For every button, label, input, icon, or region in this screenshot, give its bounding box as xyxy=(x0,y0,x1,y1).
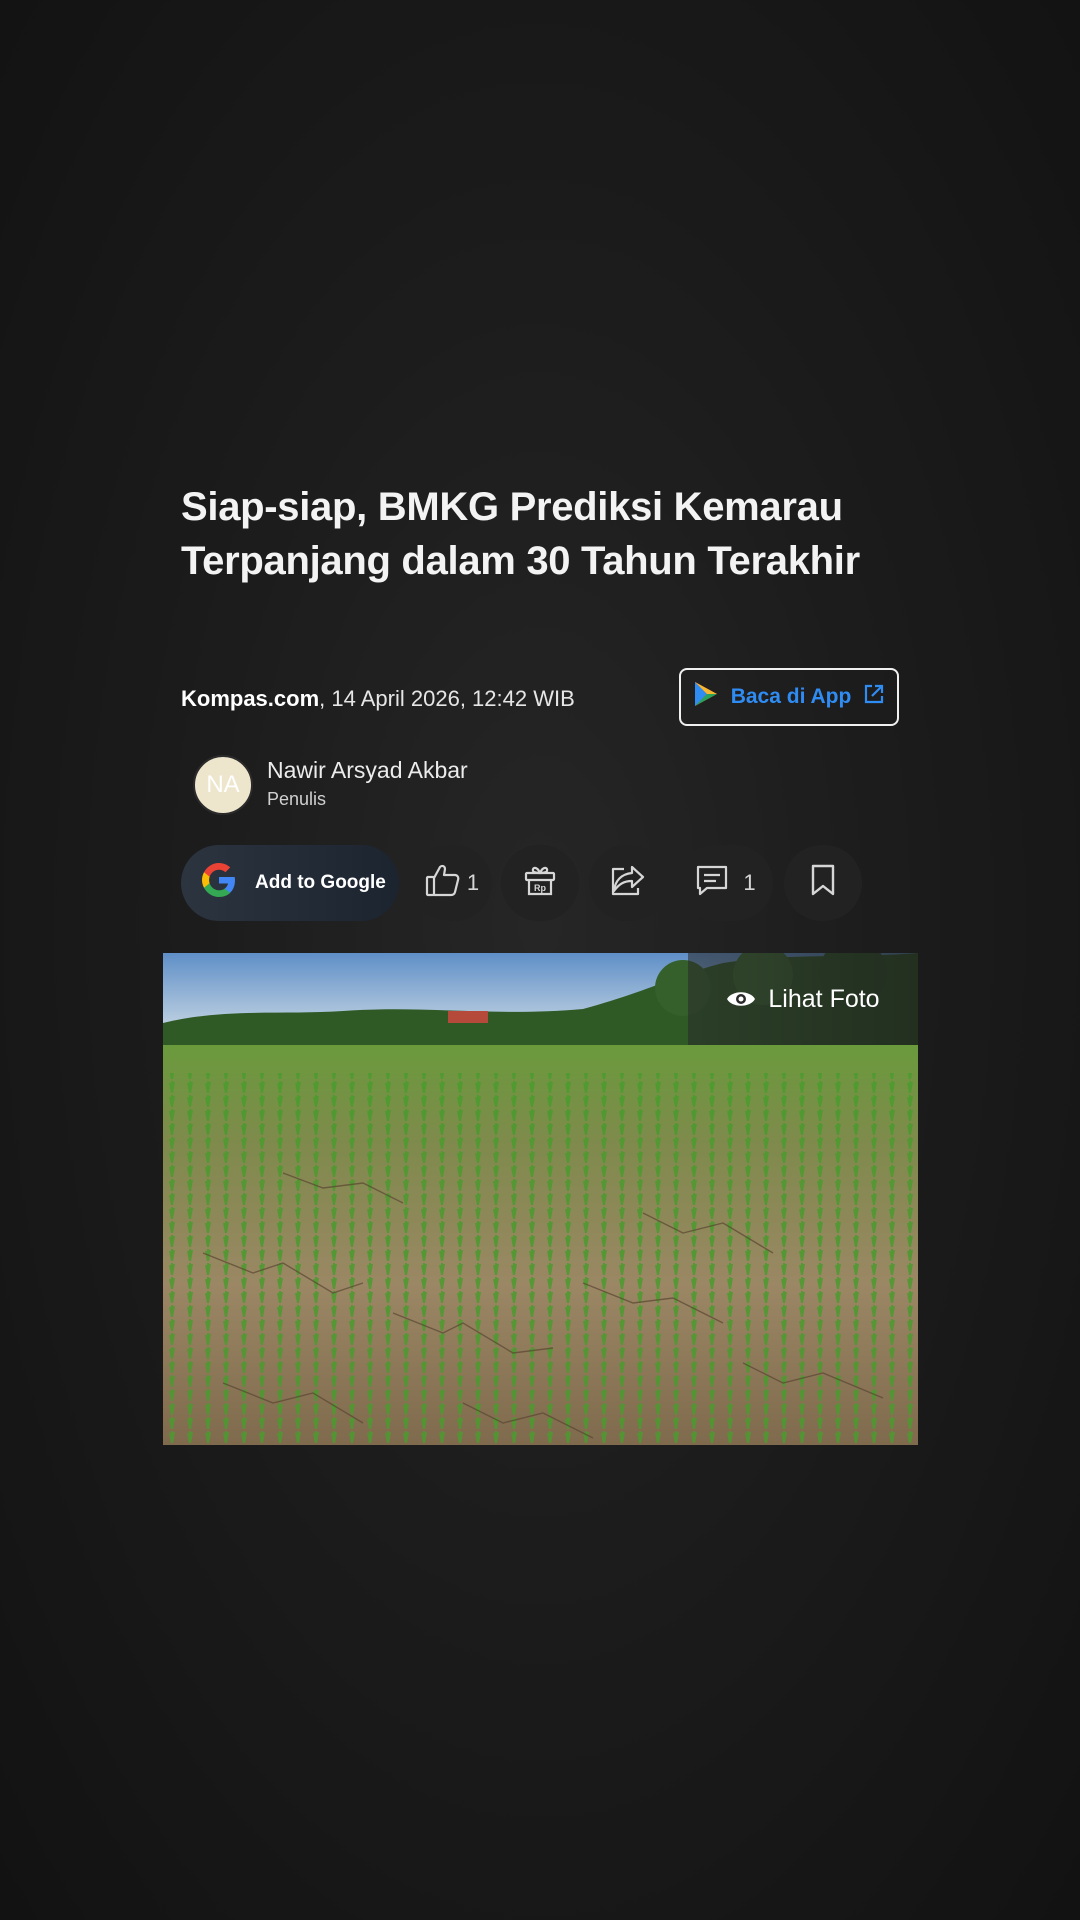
view-photo-label: Lihat Foto xyxy=(768,984,880,1013)
play-store-icon xyxy=(693,680,719,714)
view-photo-button[interactable]: Lihat Foto xyxy=(688,953,918,1045)
article-header: Siap-siap, BMKG Prediksi Kemarau Terpanj… xyxy=(181,480,921,921)
source-name: Kompas.com xyxy=(181,686,320,711)
author-role: Penulis xyxy=(267,789,327,809)
bookmark-icon xyxy=(810,864,836,902)
like-count: 1 xyxy=(466,870,480,895)
author-name[interactable]: Nawir Arsyad Akbar xyxy=(267,757,468,784)
add-to-google-label: Add to Google xyxy=(255,872,386,893)
article-photo[interactable]: Lihat Foto xyxy=(163,953,918,1445)
article-title: Siap-siap, BMKG Prediksi Kemarau Terpanj… xyxy=(181,485,860,583)
share-icon xyxy=(610,864,646,902)
svg-text:Rp: Rp xyxy=(534,883,546,893)
comment-button[interactable]: 1 xyxy=(678,845,773,921)
publish-date: , 14 April 2026, 12:42 WIB xyxy=(319,686,575,711)
avatar: NA xyxy=(193,755,253,815)
add-to-google-button[interactable]: Add to Google xyxy=(181,845,399,921)
google-icon xyxy=(199,860,239,906)
bookmark-button[interactable] xyxy=(784,845,862,921)
read-in-app-label: Baca di App xyxy=(730,685,852,708)
gift-button[interactable]: Rp xyxy=(501,845,579,921)
comment-icon xyxy=(695,864,729,902)
thumbs-up-icon xyxy=(425,863,461,903)
comment-count: 1 xyxy=(743,870,756,895)
external-link-icon xyxy=(863,683,885,711)
eye-icon xyxy=(726,988,756,1010)
like-button[interactable]: 1 xyxy=(412,845,492,921)
share-button[interactable] xyxy=(589,845,667,921)
article-byline: Kompas.com, 14 April 2026, 12:42 WIB xyxy=(181,686,575,712)
action-bar: Add to Google 1 Rp 1 xyxy=(181,845,921,921)
read-in-app-button[interactable]: Baca di App xyxy=(679,668,899,726)
gift-icon: Rp xyxy=(523,863,557,903)
article-meta: Kompas.com, 14 April 2026, 12:42 WIB Bac… xyxy=(181,668,899,730)
